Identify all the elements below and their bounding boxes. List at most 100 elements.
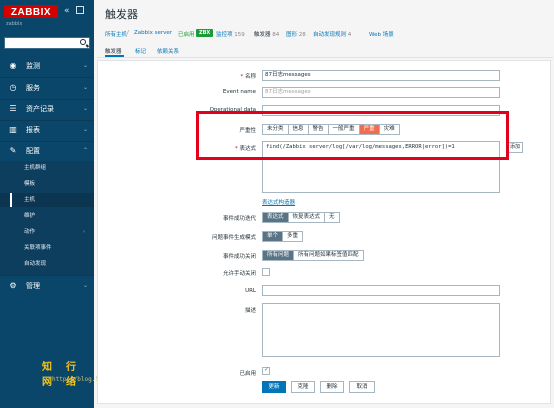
configuration-submenu [0,161,94,275]
ok-event-expression[interactable]: 表达式 [263,213,289,222]
ok-close-tag-match[interactable]: 所有问题如果标签值匹配 [294,251,363,260]
expression-constructor-link[interactable]: 表达式构造器 [262,198,295,206]
tab-tags[interactable]: 标记 [135,47,146,55]
menu-label: 监测 [26,62,40,70]
items-label: 监控项 [216,32,233,38]
breadcrumb-triggers[interactable]: 触发器 84 [254,30,279,38]
server-name-label: zabbix [6,21,23,27]
checkmark-icon: ✓ [264,366,270,373]
ok-event-recovery-expression[interactable]: 恢复表达式 [289,213,326,222]
chevron-down-icon: ⌄ [83,126,89,133]
breadcrumb-graphs[interactable]: 图形 28 [286,30,306,38]
chart-icon: ▥ [9,125,17,134]
name-input[interactable]: 87日志messages [262,70,500,81]
discovery-label: 自动发现规则 [313,32,347,38]
enabled-checkbox[interactable]: ✓ [262,366,270,375]
tab-dependencies[interactable]: 依赖关系 [157,47,179,55]
problem-mode-single[interactable]: 单个 [263,232,284,241]
menu-item-configuration[interactable]: ✎ 配置 ⌃ [0,141,94,161]
sidebar-search-input[interactable] [4,37,90,49]
tab-trigger[interactable]: 触发器 [105,47,122,55]
sidebar: ZABBIX « zabbix ◉ 监测 ⌄ ◷ 服务 ⌄ ☰ 资产记录 ⌄ ▥… [0,0,157,408]
problem-mode-multiple[interactable]: 多重 [283,232,302,241]
description-label: 描述 [244,308,256,314]
url-label: URL [245,288,256,294]
active-tab-indicator [105,55,124,57]
breadcrumb-all-hosts[interactable]: 所有主机 [105,30,127,38]
submenu-item-host-groups[interactable]: 主机群组 [24,162,46,175]
submenu-active-marker [10,193,12,207]
url-input[interactable] [262,285,500,296]
menu-item-administration[interactable]: ⚙ 管理 ⌄ [0,276,94,296]
breadcrumb-separator: / [127,30,129,36]
ok-event-closes-selector: 所有问题 所有问题如果标签值匹配 [262,250,364,261]
delete-button[interactable]: 删除 [320,381,344,393]
ok-event-none[interactable]: 无 [325,213,339,222]
submenu-item-event-correlation[interactable]: 关联项事件 [24,242,52,255]
submenu-active-highlight [0,193,94,207]
ok-event-generation-label: 事件成功迭代 [222,216,256,222]
discovery-count: 4 [347,32,352,38]
chevron-down-icon: ⌄ [83,84,89,91]
menu-item-monitoring[interactable]: ◉ 监测 ⌄ [0,56,94,76]
menu-label: 资产记录 [26,105,54,113]
menu-label: 服务 [26,84,40,92]
submenu-item-actions[interactable]: 动作 [24,226,35,239]
menu-item-services[interactable]: ◷ 服务 ⌄ [0,78,94,98]
ok-event-closes-label: 事件成功关闭 [222,254,256,260]
event-name-label: Event name [222,89,256,95]
chevron-down-icon: ⌄ [83,282,89,289]
menu-label: 管理 [26,282,40,290]
chevron-down-icon: ⌄ [83,62,89,69]
cancel-button[interactable]: 取消 [349,381,375,393]
menu-label: 报表 [26,126,40,134]
breadcrumb-items[interactable]: 监控项 159 [216,30,245,38]
annotation-highlight-frame [196,111,509,160]
submenu-item-maintenance[interactable]: 维护 [24,210,35,223]
name-label: * 名称 [136,72,256,80]
expression-add-button[interactable]: 添加 [507,142,523,153]
name-label-text: 名称 [244,74,256,80]
description-textarea[interactable] [262,303,500,357]
submenu-item-templates[interactable]: 模板 [24,178,35,191]
allow-manual-close-label: 允许手动关闭 [222,271,256,277]
watermark-text: 知行网络 [42,362,90,388]
host-enabled-status[interactable]: 已启用 [178,30,195,38]
gear-icon: ⚙ [9,281,17,290]
problem-generation-mode-selector: 单个 多重 [262,231,304,242]
problem-generation-mode-label: 问题事件生成模式 [211,235,256,241]
graphs-count: 28 [298,32,306,38]
chevron-down-icon: ⌄ [83,105,89,112]
event-name-input[interactable]: 87日志messages [262,87,500,98]
search-icon[interactable] [80,39,86,45]
ok-event-generation-selector: 表达式 恢复表达式 无 [262,212,340,223]
page-title: 触发器 [105,8,138,21]
update-button[interactable]: 更新 [262,381,286,393]
submenu-item-hosts[interactable]: 主机 [24,194,35,207]
clone-button[interactable]: 克隆 [291,381,315,393]
collapse-sidebar-icon[interactable]: « [64,6,70,16]
zabbix-logo[interactable]: ZABBIX [4,5,58,18]
graphs-label: 图形 [286,32,298,38]
wrench-icon: ✎ [9,146,17,155]
breadcrumb-host[interactable]: Zabbix server [134,30,172,36]
ok-close-all-problems[interactable]: 所有问题 [263,251,295,260]
enabled-label: 已启用 [239,371,256,377]
breadcrumb-discovery-rules[interactable]: 自动发现规则 4 [313,30,351,38]
eye-icon: ◉ [9,61,17,70]
menu-item-inventory[interactable]: ☰ 资产记录 ⌄ [0,99,94,119]
triggers-label: 触发器 [254,32,271,38]
zbx-availability-badge: ZBX [196,29,214,37]
submenu-item-discovery[interactable]: 自动发现 [24,258,46,271]
clock-icon: ◷ [9,83,17,92]
allow-manual-close-checkbox[interactable] [262,268,270,276]
form-tabs: 触发器 标记 依赖关系 [97,45,553,58]
kiosk-mode-icon[interactable] [76,6,84,14]
breadcrumb-web-scenarios[interactable]: Web 场景 [369,30,394,38]
menu-item-reports[interactable]: ▥ 报表 ⌄ [0,120,94,140]
triggers-count: 84 [272,32,280,38]
items-count: 159 [234,32,245,38]
chevron-up-icon: ⌃ [83,147,89,154]
list-icon: ☰ [9,104,17,113]
menu-label: 配置 [26,147,40,155]
